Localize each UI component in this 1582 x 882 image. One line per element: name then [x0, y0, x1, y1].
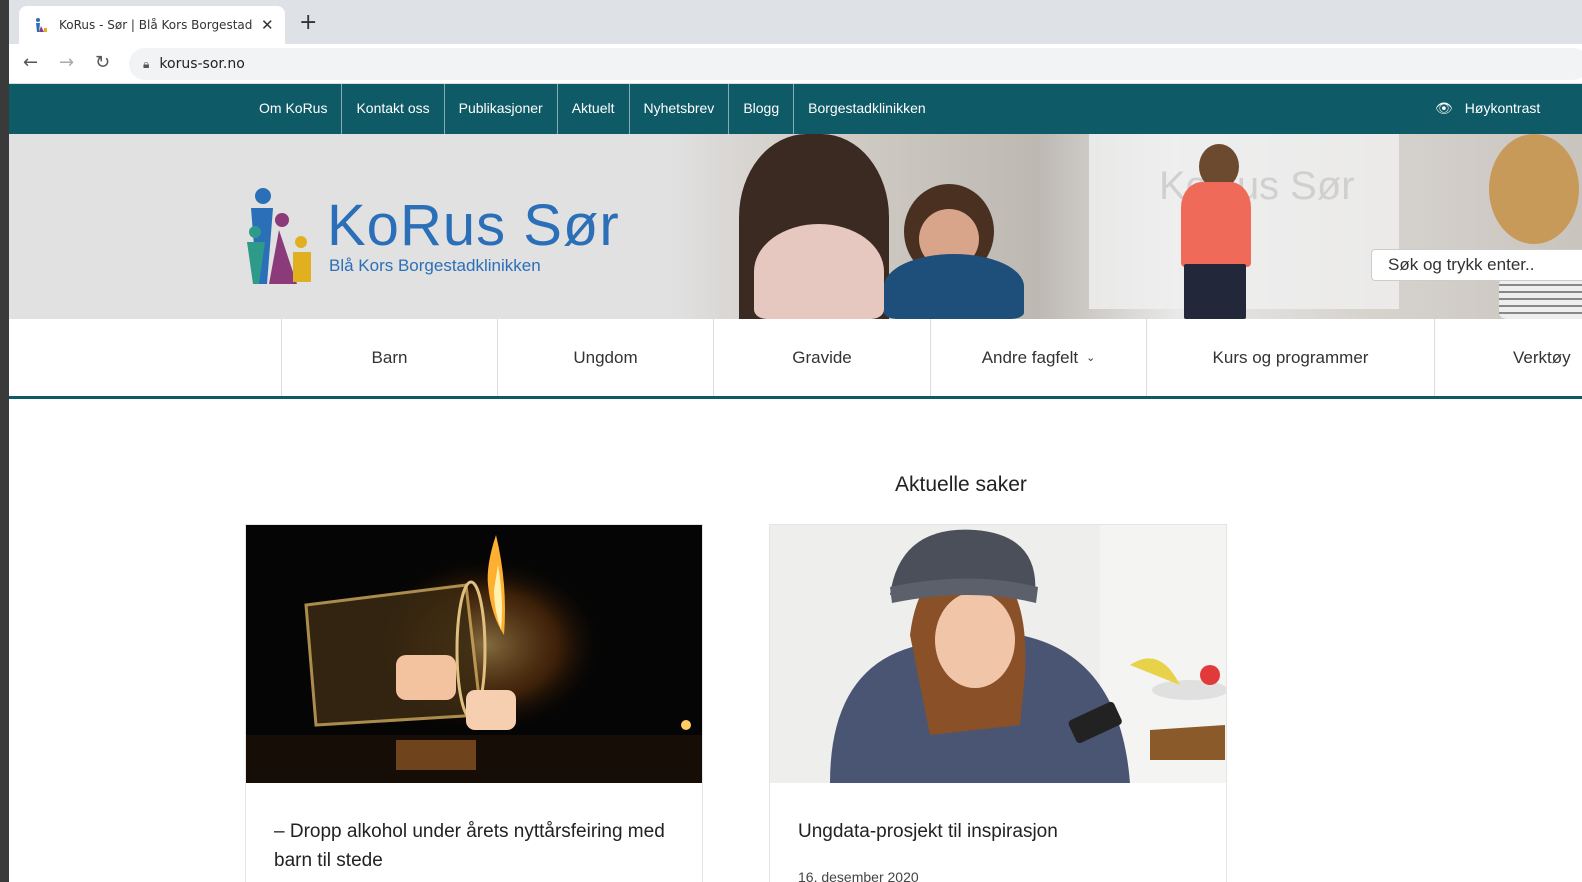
hero-figure: [1181, 182, 1251, 267]
browser-tab[interactable]: KoRus - Sør | Blå Kors Borgestad ✕: [19, 6, 285, 44]
site-favicon-icon: [33, 17, 49, 33]
hero-figure: [1184, 264, 1246, 319]
main-nav-label: Gravide: [792, 347, 852, 367]
hero-figure: [884, 254, 1024, 319]
main-nav-label: Verktøy: [1513, 347, 1571, 367]
nav-link-kontakt-oss[interactable]: Kontakt oss: [342, 84, 445, 134]
news-card[interactable]: Ungdata-prosjekt til inspirasjon 16. des…: [769, 524, 1227, 882]
brand-subtitle: Blå Kors Borgestadklinikken: [329, 256, 541, 275]
main-nav-item-andre-fagfelt[interactable]: Andre fagfelt ⌄: [930, 319, 1146, 396]
browser-toolbar: ← → ↻ 🔒︎ korus-sor.no: [9, 44, 1582, 84]
news-card-image: [770, 525, 1226, 783]
chevron-down-icon: ⌄: [1086, 351, 1096, 364]
reload-icon[interactable]: ↻: [95, 52, 110, 73]
utility-nav-links: Om KoRus Kontakt oss Publikasjoner Aktue…: [245, 84, 940, 134]
main-nav-item-ungdom[interactable]: Ungdom: [497, 319, 713, 396]
back-arrow-icon[interactable]: ←: [23, 52, 38, 73]
glass-fire-image: [246, 535, 702, 783]
news-card-date: 16. desember 2020: [798, 869, 919, 882]
nav-link-om-korus[interactable]: Om KoRus: [245, 84, 343, 134]
brand-name: KoRus Sør: [327, 193, 620, 258]
section-title: Aktuelle saker: [895, 473, 1027, 496]
nav-link-borgestadklinikken[interactable]: Borgestadklinikken: [794, 84, 940, 134]
news-card-title[interactable]: – Dropp alkohol under årets nyttårsfeiri…: [274, 817, 674, 875]
eye-icon: 👁︎: [1435, 101, 1453, 117]
main-nav-label: Barn: [371, 347, 408, 367]
tab-strip: KoRus - Sør | Blå Kors Borgestad ✕ +: [9, 0, 1582, 44]
hero-image: KoRus Sør: [669, 134, 1582, 319]
main-nav-label: Kurs og programmer: [1212, 347, 1369, 367]
main-nav-item-barn[interactable]: Barn: [281, 319, 497, 396]
tab-title: KoRus - Sør | Blå Kors Borgestad: [59, 18, 253, 32]
teen-phone-image: [770, 525, 1226, 783]
news-card-image: [246, 525, 702, 783]
search-input[interactable]: [1371, 249, 1582, 281]
utility-nav: Om KoRus Kontakt oss Publikasjoner Aktue…: [9, 84, 1582, 134]
main-nav-label: Ungdom: [573, 347, 638, 367]
forward-arrow-icon[interactable]: →: [59, 52, 74, 73]
news-card-title[interactable]: Ungdata-prosjekt til inspirasjon: [798, 817, 1198, 846]
news-card[interactable]: – Dropp alkohol under årets nyttårsfeiri…: [245, 524, 703, 882]
main-nav-item-verktoy[interactable]: Verktøy: [1434, 319, 1582, 396]
main-nav: Barn Ungdom Gravide Andre fagfelt ⌄ Kurs …: [9, 319, 1582, 399]
lock-icon: 🔒︎: [143, 56, 150, 71]
nav-link-blogg[interactable]: Blogg: [729, 84, 795, 134]
site-header: KoRus Sør KoRus Sør Blå Kors Borgestadkl…: [9, 134, 1582, 319]
high-contrast-label: Høykontrast: [1464, 100, 1541, 116]
main-nav-label: Andre fagfelt: [981, 347, 1079, 367]
address-bar[interactable]: 🔒︎ korus-sor.no: [129, 48, 1582, 80]
main-nav-item-kurs-og-programmer[interactable]: Kurs og programmer: [1146, 319, 1434, 396]
close-tab-icon[interactable]: ✕: [261, 16, 274, 34]
logo-figures-icon: [247, 188, 311, 284]
browser-window: KoRus - Sør | Blå Kors Borgestad ✕ + ← →…: [9, 0, 1582, 882]
high-contrast-toggle[interactable]: 👁︎ Høykontrast: [1435, 84, 1540, 134]
nav-link-nyhetsbrev[interactable]: Nyhetsbrev: [630, 84, 730, 134]
hero-figure: [754, 224, 884, 319]
url-text: korus-sor.no: [159, 56, 245, 72]
korus-logo[interactable]: KoRus Sør Blå Kors Borgestadklinikken: [245, 184, 645, 284]
nav-link-publikasjoner[interactable]: Publikasjoner: [445, 84, 558, 134]
nav-link-aktuelt[interactable]: Aktuelt: [558, 84, 630, 134]
new-tab-icon[interactable]: +: [299, 10, 317, 35]
hero-figure: [1489, 134, 1579, 244]
main-nav-item-gravide[interactable]: Gravide: [713, 319, 930, 396]
